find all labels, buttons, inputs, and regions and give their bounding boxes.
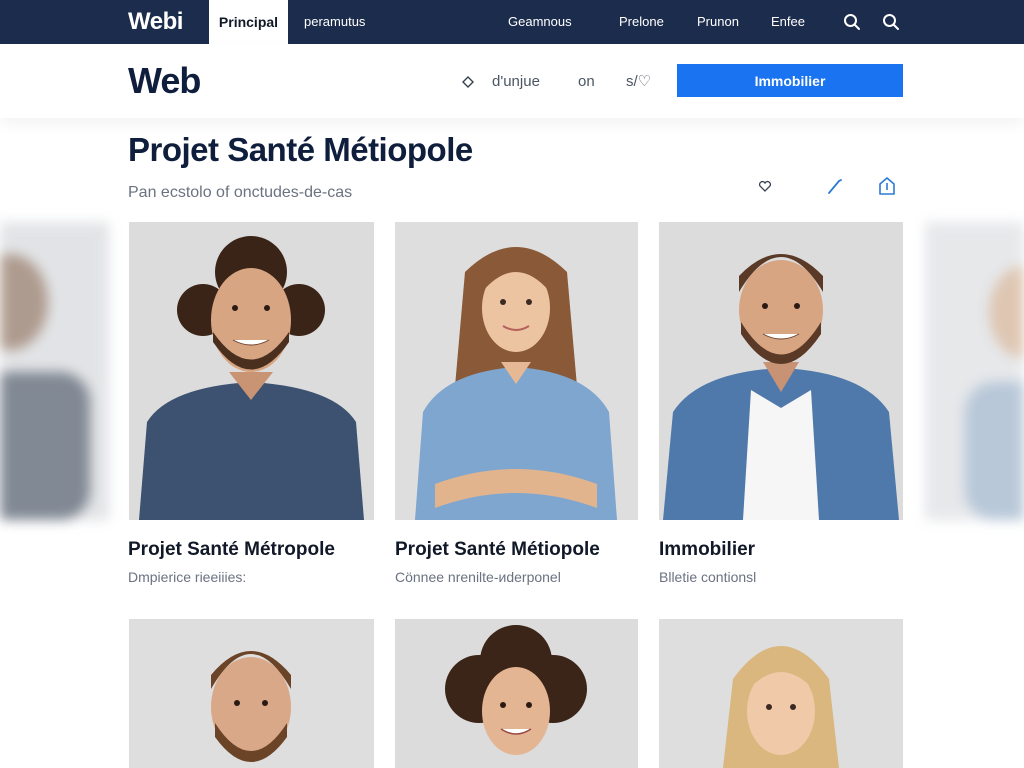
card-name-1[interactable]: Projet Santé Métropole <box>128 538 335 562</box>
person-photo <box>129 619 374 768</box>
team-card-photo-4[interactable] <box>129 619 374 768</box>
diamond-icon[interactable] <box>461 75 475 89</box>
team-card-photo-6[interactable] <box>659 619 903 768</box>
brand-logo[interactable]: Web <box>128 61 201 101</box>
person-photo <box>395 619 638 768</box>
nav-link-2[interactable]: Geamnous <box>508 13 572 31</box>
header-link-3[interactable]: s/♡ <box>626 72 651 92</box>
side-card-left-photo <box>0 222 109 520</box>
page-subtitle: Pan ecstolo of onctudes-de-cas <box>128 184 353 201</box>
team-card-photo-2[interactable] <box>395 222 638 520</box>
team-card-photo-3[interactable] <box>659 222 903 520</box>
nav-link-4[interactable]: Prunon <box>697 13 739 31</box>
card-role-3: Blletie contionsl <box>659 569 757 585</box>
nav-link-3[interactable]: Prelone <box>619 13 664 31</box>
tab-principal[interactable]: Principal <box>209 0 288 44</box>
share-icon[interactable] <box>876 175 898 197</box>
person-photo <box>129 222 374 520</box>
nav-link-5[interactable]: Enfee <box>771 13 805 31</box>
nav-link-1[interactable]: peramutus <box>304 13 365 31</box>
immobilier-button[interactable]: Immobilier <box>677 64 903 97</box>
team-card-photo-5[interactable] <box>395 619 638 768</box>
card-name-3[interactable]: Immobilier <box>659 538 755 562</box>
side-card-right-photo <box>925 222 1024 520</box>
card-name-2[interactable]: Projet Santé Métiopole <box>395 538 600 562</box>
search-icon-secondary[interactable] <box>881 12 901 32</box>
person-photo <box>659 619 903 768</box>
header-link-2[interactable]: on <box>578 72 595 92</box>
page-title: Projet Santé Métiopole <box>128 131 473 168</box>
card-role-2: Cönnee nrenilte-иderponel <box>395 569 561 585</box>
site-header: Web d'unjue on s/♡ Immobilier <box>0 44 1024 118</box>
person-photo <box>395 222 638 520</box>
team-card-photo-1[interactable] <box>129 222 374 520</box>
search-icon[interactable] <box>842 12 862 32</box>
top-navigation-bar: Webi Principal peramutus Geamnous Prelon… <box>0 0 1024 44</box>
header-link-1[interactable]: d'unjue <box>492 72 540 92</box>
card-role-1: Dmpierice rieeiiies: <box>128 569 247 585</box>
heart-icon[interactable] <box>756 177 774 195</box>
person-photo <box>659 222 903 520</box>
nav-logo[interactable]: Webi <box>128 8 183 36</box>
edit-icon[interactable] <box>824 176 846 198</box>
